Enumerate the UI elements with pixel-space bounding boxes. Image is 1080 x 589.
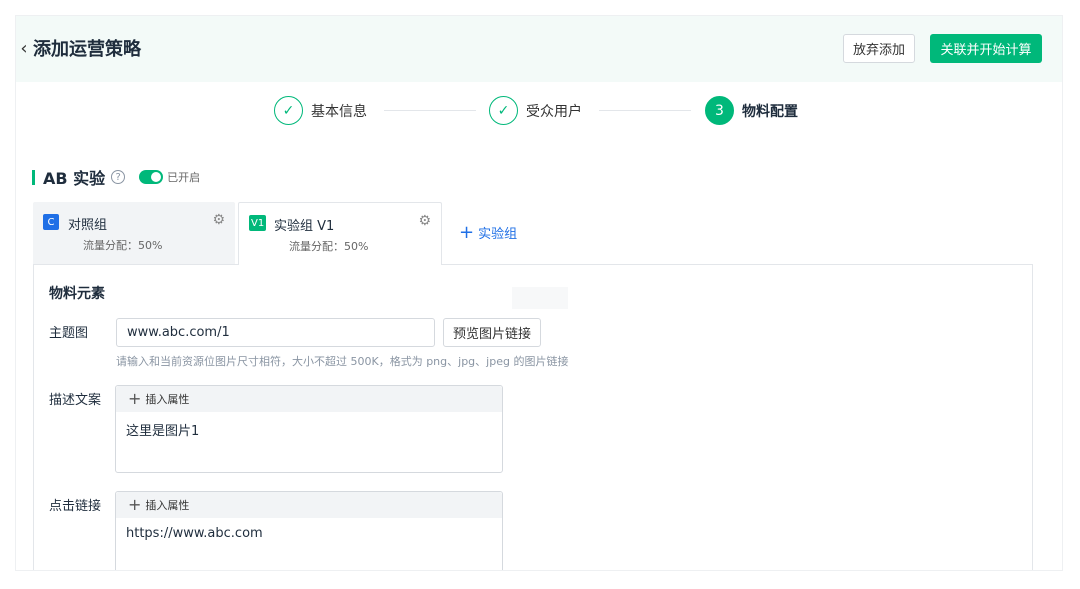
header-bar: ‹ 添加运营策略 放弃添加 关联并开始计算	[16, 16, 1062, 82]
material-panel: 物料元素 主题图 www.abc.com/1 预览图片链接 请输入和当前资源位图…	[33, 264, 1033, 570]
step-connector	[384, 110, 476, 111]
page-title: 添加运营策略	[33, 39, 141, 60]
page-frame: ‹ 添加运营策略 放弃添加 关联并开始计算 ✓ 基本信息 ✓ 受众用户 3 物料…	[15, 15, 1063, 571]
theme-image-hint: 请输入和当前资源位图片尺寸相符，大小不超过 500K，格式为 png、jpg、j…	[116, 355, 569, 368]
submit-button[interactable]: 关联并开始计算	[930, 34, 1042, 63]
check-icon: ✓	[274, 96, 303, 125]
plus-icon: +	[459, 221, 475, 243]
step-connector	[599, 110, 691, 111]
tab-control-group[interactable]: C 对照组 流量分配：50% ⚙	[33, 202, 235, 264]
section-title: 物料元素	[49, 286, 105, 302]
description-content[interactable]: 这里是图片1	[116, 412, 502, 447]
placeholder-block	[512, 287, 568, 309]
section-marker	[32, 169, 35, 185]
stepper: ✓ 基本信息 ✓ 受众用户 3 物料配置	[16, 96, 1062, 126]
description-editor[interactable]: + 插入属性 这里是图片1	[115, 385, 503, 473]
gear-icon[interactable]: ⚙	[418, 213, 431, 229]
insert-attribute-button[interactable]: + 插入属性	[116, 492, 502, 518]
theme-image-input[interactable]: www.abc.com/1	[116, 318, 435, 347]
click-link-content[interactable]: https://www.abc.com	[116, 518, 502, 549]
toggle-label: 已开启	[167, 171, 201, 184]
ab-test-toggle[interactable]	[139, 170, 164, 184]
tab-experiment-group-v1[interactable]: V1 实验组 V1 流量分配：50% ⚙	[238, 202, 442, 265]
preview-image-button[interactable]: 预览图片链接	[443, 318, 541, 347]
plus-icon: +	[128, 389, 142, 408]
add-group-label: 实验组	[478, 227, 518, 242]
click-link-editor[interactable]: + 插入属性 https://www.abc.com	[115, 491, 503, 570]
step-label: 物料配置	[742, 103, 798, 120]
discard-button[interactable]: 放弃添加	[843, 34, 915, 63]
click-link-label: 点击链接	[49, 499, 102, 514]
group-name: 实验组 V1	[274, 219, 335, 234]
step-material[interactable]: 3 物料配置	[705, 96, 798, 125]
insert-attribute-label: 插入属性	[145, 499, 190, 512]
group-traffic: 流量分配：50%	[83, 239, 163, 252]
add-experiment-group-button[interactable]: + 实验组	[459, 223, 517, 242]
step-audience[interactable]: ✓ 受众用户	[489, 96, 582, 125]
group-badge: C	[43, 214, 59, 230]
description-label: 描述文案	[49, 393, 102, 408]
ab-test-header: AB 实验 ? 已开启	[32, 165, 200, 189]
group-name: 对照组	[68, 218, 108, 233]
check-icon: ✓	[489, 96, 518, 125]
question-icon[interactable]: ?	[111, 170, 126, 184]
ab-test-title: AB 实验	[43, 169, 106, 188]
step-label: 受众用户	[526, 103, 582, 120]
step-basic-info[interactable]: ✓ 基本信息	[274, 96, 367, 125]
group-badge: V1	[249, 215, 267, 231]
plus-icon: +	[128, 495, 142, 514]
step-number: 3	[705, 96, 734, 125]
step-label: 基本信息	[311, 103, 367, 120]
insert-attribute-button[interactable]: + 插入属性	[116, 386, 502, 412]
theme-image-label: 主题图	[49, 326, 89, 341]
group-traffic: 流量分配：50%	[289, 240, 369, 253]
gear-icon[interactable]: ⚙	[212, 212, 225, 228]
chevron-left-icon[interactable]: ‹	[16, 38, 32, 59]
insert-attribute-label: 插入属性	[145, 393, 190, 406]
